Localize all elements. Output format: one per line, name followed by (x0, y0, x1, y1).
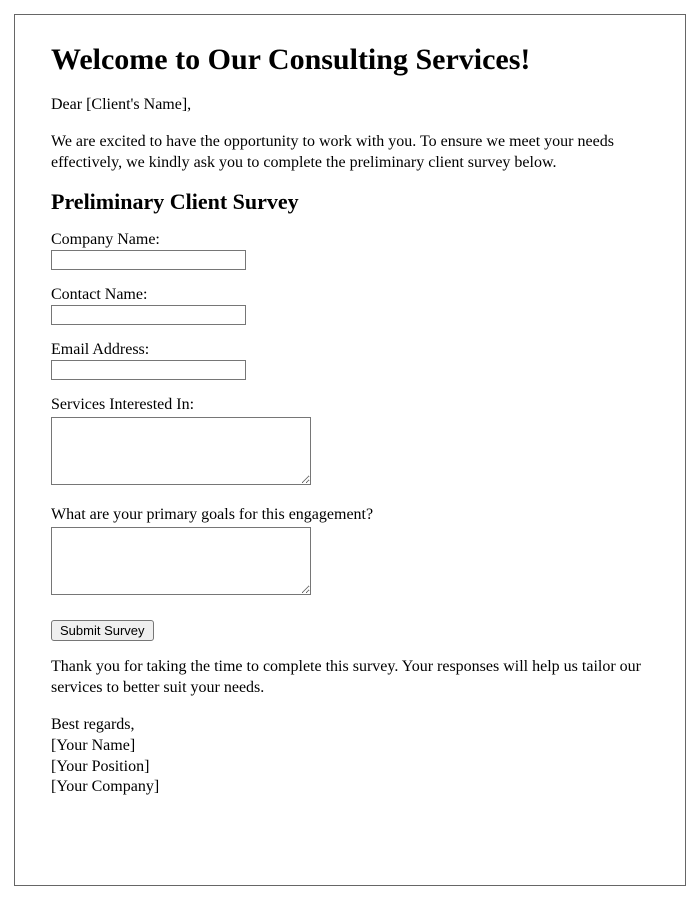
goals-field: What are your primary goals for this eng… (51, 506, 649, 600)
signoff-name: [Your Name] (51, 736, 649, 757)
services-field: Services Interested In: (51, 396, 649, 490)
greeting-text: Dear [Client's Name], (51, 95, 649, 116)
email-input[interactable] (51, 360, 246, 380)
page-title: Welcome to Our Consulting Services! (51, 43, 649, 77)
submit-button[interactable]: Submit Survey (51, 620, 154, 641)
email-field: Email Address: (51, 341, 649, 380)
contact-name-input[interactable] (51, 305, 246, 325)
contact-name-field: Contact Name: (51, 286, 649, 325)
goals-label: What are your primary goals for this eng… (51, 506, 649, 524)
document-page: Welcome to Our Consulting Services! Dear… (14, 14, 686, 886)
goals-textarea[interactable] (51, 527, 311, 595)
signoff-position: [Your Position] (51, 757, 649, 778)
services-label: Services Interested In: (51, 396, 649, 414)
contact-name-label: Contact Name: (51, 286, 649, 304)
intro-text: We are excited to have the opportunity t… (51, 132, 649, 174)
thanks-text: Thank you for taking the time to complet… (51, 657, 649, 699)
company-name-input[interactable] (51, 250, 246, 270)
company-name-label: Company Name: (51, 231, 649, 249)
signoff-block: Best regards, [Your Name] [Your Position… (51, 715, 649, 798)
email-label: Email Address: (51, 341, 649, 359)
company-name-field: Company Name: (51, 231, 649, 270)
services-textarea[interactable] (51, 417, 311, 485)
signoff-company: [Your Company] (51, 777, 649, 798)
survey-heading: Preliminary Client Survey (51, 189, 649, 215)
signoff-regards: Best regards, (51, 715, 649, 736)
